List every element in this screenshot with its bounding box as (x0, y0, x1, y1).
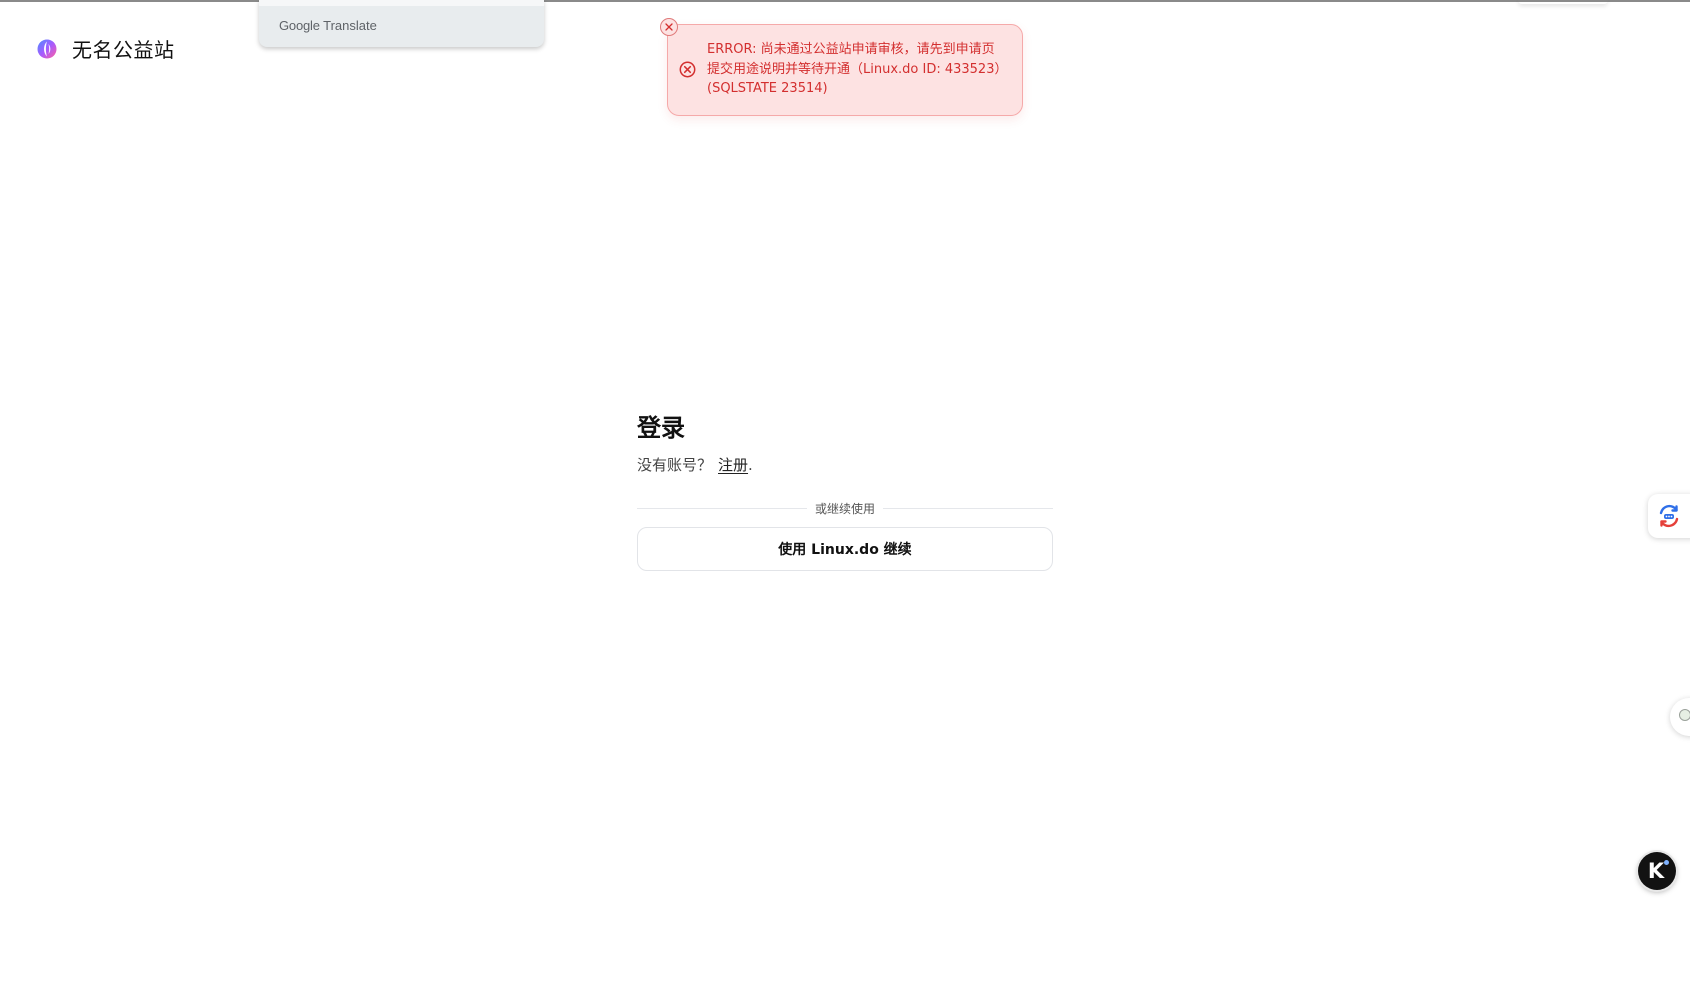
page-title: 登录 (637, 414, 685, 442)
k-letter: K (1647, 859, 1665, 883)
floating-assistant-bubble[interactable] (1670, 698, 1690, 736)
divider-text: 或继续使用 (807, 499, 884, 517)
translate-product-text: Translate (323, 18, 377, 33)
error-circle-x-icon (679, 61, 696, 78)
google-brand-text: Google (279, 18, 320, 33)
register-suffix: . (748, 456, 753, 474)
login-form: 登录 没有账号？ 注册. 或继续使用 使用 Linux.do 继续 (637, 410, 1054, 571)
toast-close-button[interactable] (660, 18, 678, 36)
site-logo-icon (37, 39, 57, 58)
assistant-bubble-icon (1679, 709, 1690, 721)
divider-line-right (883, 507, 1054, 509)
or-continue-divider: 或继续使用 (637, 498, 1054, 518)
google-translate-panel[interactable]: Google Translate (259, 0, 544, 47)
register-link[interactable]: 注册 (718, 456, 748, 474)
translate-icon (1659, 504, 1679, 528)
google-translate-label: Google Translate (279, 18, 377, 33)
page: 无名公益站 Google Translate ERROR: 尚未通过公益站申请审… (0, 0, 1690, 992)
site-brand[interactable]: 无名公益站 (36, 34, 175, 63)
k-status-dot (1664, 860, 1669, 865)
site-name: 无名公益站 (72, 38, 175, 62)
divider-line-left (637, 507, 807, 509)
no-account-text: 没有账号？ (637, 456, 713, 474)
linuxdo-login-button[interactable]: 使用 Linux.do 继续 (637, 527, 1053, 571)
top-right-extension-edge (1518, 0, 1608, 4)
close-icon (665, 23, 673, 31)
k-extension-button[interactable]: K (1638, 852, 1676, 890)
browser-top-border (0, 0, 1690, 2)
register-prompt: 没有账号？ 注册. (637, 454, 1053, 476)
floating-translate-button[interactable] (1648, 494, 1690, 538)
toast-message: ERROR: 尚未通过公益站申请审核，请先到申请页提交用途说明并等待开通（Lin… (707, 42, 1001, 96)
